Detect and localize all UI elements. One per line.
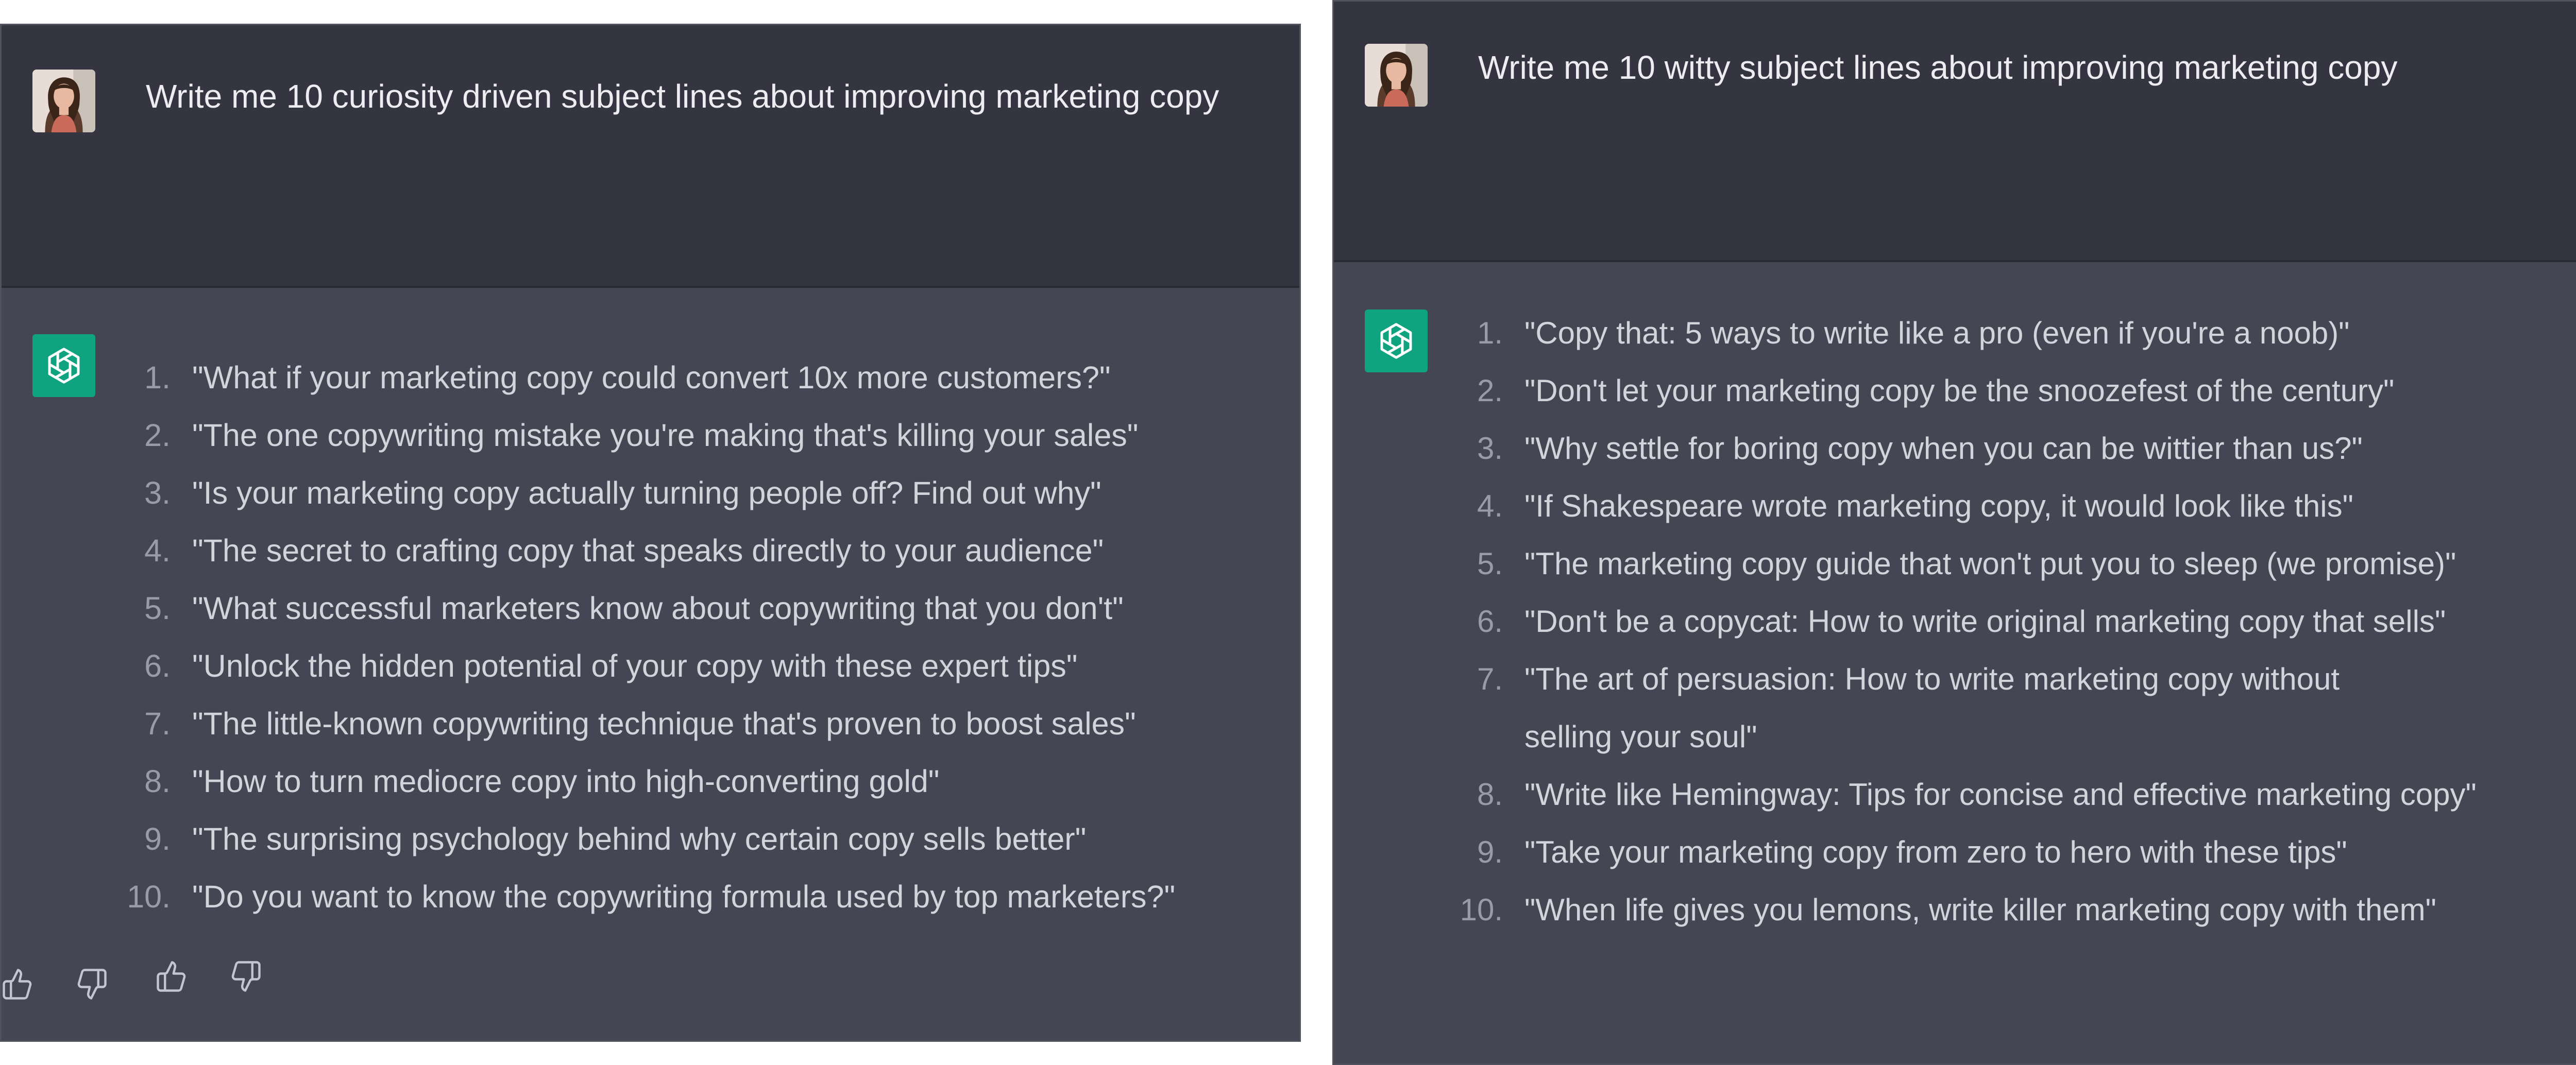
list-item: 2. "Don't let your marketing copy be the … — [1334, 362, 2477, 420]
conversation-panel-right: Write me 10 witty subject lines about im… — [1332, 0, 2576, 1065]
list-text: "Why settle for boring copy when you can… — [1524, 431, 2363, 466]
list-number: 6. — [144, 648, 171, 683]
assistant-response-list: 1. "What if your marketing copy could con… — [2, 349, 1175, 925]
thumbs-up-button[interactable] — [154, 958, 190, 994]
list-number: 2. — [144, 418, 171, 453]
assistant-response-list: 1. "Copy that: 5 ways to write like a pro… — [1334, 304, 2477, 939]
thumbs-down-button[interactable] — [73, 966, 109, 1002]
list-item: 9. "Take your marketing copy from zero to… — [1334, 823, 2477, 881]
list-item: 3. "Why settle for boring copy when you c… — [1334, 420, 2477, 477]
thumbs-up-icon — [157, 961, 186, 992]
user-message: Write me 10 curiosity driven subject lin… — [2, 25, 1299, 288]
list-text: "The art of persuasion: How to write mar… — [1524, 662, 2340, 754]
list-number: 7. — [1477, 662, 1503, 696]
list-item: 7. "The little-known copywriting techniqu… — [2, 695, 1175, 752]
list-item: 10. "When life gives you lemons, write ki… — [1334, 881, 2477, 939]
list-item: 5. "What successful marketers know about … — [2, 579, 1175, 637]
list-item: 6. "Unlock the hidden potential of your c… — [2, 637, 1175, 695]
list-text: "Write like Hemingway: Tips for concise … — [1524, 777, 2477, 812]
list-item: 3. "Is your marketing copy actually turni… — [2, 464, 1175, 522]
list-number: 10. — [1460, 892, 1503, 927]
user-avatar-photo — [1365, 44, 1428, 107]
list-number: 1. — [1477, 316, 1503, 350]
list-item: 1. "Copy that: 5 ways to write like a pro… — [1334, 304, 2477, 362]
list-number: 4. — [1477, 489, 1503, 523]
list-text: "Don't be a copycat: How to write origin… — [1524, 604, 2446, 639]
list-number: 8. — [1477, 777, 1503, 812]
list-item: 2. "The one copywriting mistake you're ma… — [2, 406, 1175, 464]
list-number: 5. — [1477, 546, 1503, 581]
list-text: "The secret to crafting copy that speaks… — [192, 533, 1104, 568]
thumbs-down-button[interactable] — [227, 958, 263, 994]
list-number: 1. — [144, 360, 171, 395]
list-number: 9. — [1477, 835, 1503, 869]
conversation-panel-left: Write me 10 curiosity driven subject lin… — [0, 24, 1301, 1042]
list-text: "Is your marketing copy actually turning… — [192, 475, 1101, 510]
list-item: 8. "Write like Hemingway: Tips for concis… — [1334, 766, 2477, 823]
list-item: 1. "What if your marketing copy could con… — [2, 349, 1175, 406]
list-text: "If Shakespeare wrote marketing copy, it… — [1524, 489, 2353, 523]
list-number: 3. — [1477, 431, 1503, 466]
list-number: 4. — [144, 533, 171, 568]
list-text: "The surprising psychology behind why ce… — [192, 821, 1087, 856]
list-number: 9. — [144, 821, 171, 856]
thumbs-up-button[interactable] — [0, 966, 36, 1002]
list-item: 10. "Do you want to know the copywriting … — [2, 868, 1175, 925]
list-text: "How to turn mediocre copy into high-con… — [192, 764, 940, 799]
thumbs-down-icon — [231, 961, 261, 992]
list-item: 8. "How to turn mediocre copy into high-c… — [2, 752, 1175, 810]
user-avatar — [32, 70, 95, 132]
list-number: 2. — [1477, 373, 1503, 408]
list-text: "Unlock the hidden potential of your cop… — [192, 648, 1078, 683]
list-text: "The little-known copywriting technique … — [192, 706, 1136, 741]
list-text: "What successful marketers know about co… — [192, 591, 1124, 626]
list-number: 8. — [144, 764, 171, 799]
user-avatar-photo — [32, 70, 95, 132]
list-text: "When life gives you lemons, write kille… — [1524, 892, 2436, 927]
list-item: 9. "The surprising psychology behind why … — [2, 810, 1175, 868]
user-avatar — [1365, 44, 1428, 107]
list-text: "The one copywriting mistake you're maki… — [192, 418, 1139, 453]
list-text: "The marketing copy guide that won't put… — [1524, 546, 2456, 581]
user-prompt: Write me 10 witty subject lines about im… — [1478, 49, 2398, 86]
list-item: 5. "The marketing copy guide that won't p… — [1334, 535, 2477, 593]
user-message: Write me 10 witty subject lines about im… — [1334, 2, 2576, 262]
user-prompt: Write me 10 curiosity driven subject lin… — [146, 78, 1219, 115]
list-number: 7. — [144, 706, 171, 741]
list-number: 10. — [127, 879, 171, 914]
list-number: 5. — [144, 591, 171, 626]
list-item: 6. "Don't be a copycat: How to write orig… — [1334, 593, 2477, 650]
list-item: 4. "If Shakespeare wrote marketing copy, … — [1334, 477, 2477, 535]
feedback-buttons — [154, 958, 263, 994]
thumbs-up-icon — [3, 969, 32, 1000]
feedback-buttons — [0, 966, 109, 1002]
list-item: 4. "The secret to crafting copy that spea… — [2, 522, 1175, 579]
list-item: 7. "The art of persuasion: How to write m… — [1334, 650, 2390, 766]
list-text: "Do you want to know the copywriting for… — [192, 879, 1176, 914]
thumbs-down-icon — [77, 969, 107, 1000]
list-text: "What if your marketing copy could conve… — [192, 360, 1111, 395]
list-number: 3. — [144, 475, 171, 510]
list-text: "Copy that: 5 ways to write like a pro (… — [1524, 316, 2350, 350]
list-text: "Don't let your marketing copy be the sn… — [1524, 373, 2395, 408]
list-text: "Take your marketing copy from zero to h… — [1524, 835, 2347, 869]
list-number: 6. — [1477, 604, 1503, 639]
